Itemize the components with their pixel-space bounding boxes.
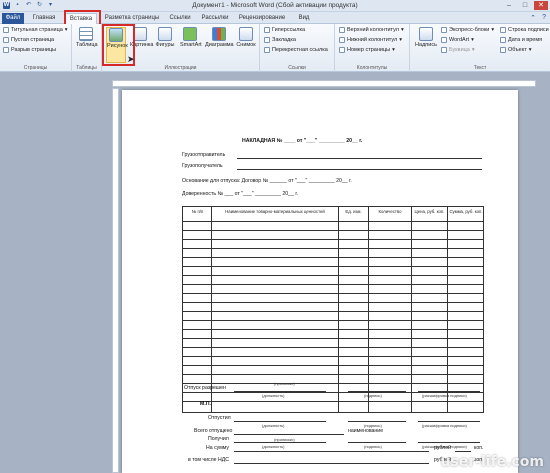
object-button[interactable]: Объект ▾ (500, 47, 532, 53)
footer-icon (339, 37, 345, 43)
col-sum: Сумма, руб. коп. (449, 209, 483, 214)
tab-page-layout[interactable]: Разметка страницы (102, 13, 162, 24)
proxy-text: Доверенность № ___ от "___" _________ 20… (182, 191, 299, 197)
tab-mailings[interactable]: Рассылки (199, 13, 231, 24)
basis-text: Основание для отпуска: Договор № ______ … (182, 178, 352, 184)
group-label-text: Текст (473, 65, 487, 71)
vat-label: в том числе НДС (188, 457, 229, 463)
vat-line (234, 463, 429, 464)
quick-parts-button[interactable]: Экспресс-блоки ▾ (441, 27, 494, 33)
bookmark-button[interactable]: Закладка (264, 37, 296, 43)
blank-page-icon (3, 37, 9, 43)
consignee-label: Грузополучатель (182, 163, 223, 169)
group-pages: Титульная страница ▾ Пустая страница Разр… (0, 24, 72, 72)
clipart-icon (133, 27, 147, 41)
group-label-header-footer: Колонтитулы (356, 65, 388, 71)
ribbon: Титульная страница ▾ Пустая страница Разр… (0, 24, 550, 72)
sum-line (234, 451, 429, 452)
consignee-line (237, 169, 482, 170)
group-tables: Таблица Таблицы (72, 24, 102, 72)
mouse-cursor-icon: ➤ (127, 54, 135, 64)
group-text: Надпись Экспресс-блоки ▾ WordArt ▾ Буквица… (410, 24, 550, 72)
close-icon[interactable]: ✕ (534, 1, 548, 10)
shipper-label: Грузоотправитель (182, 152, 226, 158)
group-label-tables: Таблицы (76, 65, 97, 71)
tab-review[interactable]: Рецензирование (235, 13, 289, 24)
in-words-caption: (прописью) (274, 437, 295, 442)
textbox-icon (419, 27, 433, 41)
cover-page-icon (3, 27, 9, 33)
page-break-icon (3, 47, 9, 53)
minimize-icon[interactable]: – (502, 1, 516, 10)
shapes-icon (158, 27, 172, 41)
calendar-icon (500, 37, 506, 43)
sum-rub-label: рублей (434, 445, 452, 451)
watermark: user-life.com (440, 454, 544, 470)
signature-line-button[interactable]: Строка подписи (500, 27, 549, 33)
group-label-links: Ссылки (288, 65, 306, 71)
hyperlink-icon (264, 27, 270, 33)
blank-page-button[interactable]: Пустая страница (3, 37, 54, 43)
page-break-button[interactable]: Разрыв страницы (3, 47, 56, 53)
smartart-button[interactable]: SmartArt (180, 27, 202, 48)
cross-reference-icon (264, 47, 270, 53)
horizontal-ruler[interactable] (112, 80, 536, 87)
invoice-title: НАКЛАДНАЯ № ____ от "___" _________ 20__… (242, 138, 363, 144)
page-number-icon (339, 47, 345, 53)
document-page[interactable]: НАКЛАДНАЯ № ____ от "___" _________ 20__… (122, 90, 518, 473)
col-name: Наименование товарно-материальных ценнос… (225, 209, 325, 214)
tab-references[interactable]: Ссылки (166, 13, 194, 24)
wordart-button[interactable]: WordArt ▾ (441, 37, 474, 43)
col-quantity: Количество (378, 209, 402, 214)
col-number: № п/п (191, 209, 204, 214)
bookmark-icon (264, 37, 270, 43)
window-title: Документ1 - Microsoft Word (Сбой активац… (192, 2, 358, 9)
footer-button[interactable]: Нижний колонтитул ▾ (339, 37, 402, 43)
table-icon (79, 27, 93, 41)
chart-icon (212, 27, 226, 41)
hyperlink-button[interactable]: Гиперссылка (264, 27, 305, 33)
maximize-icon[interactable]: □ (518, 1, 532, 10)
total-released-label: Всего отпущено (194, 428, 233, 434)
tab-home[interactable]: Главная (30, 13, 58, 24)
group-label-pages: Страницы (23, 65, 48, 71)
signature-line-icon (500, 27, 506, 33)
smartart-icon (183, 27, 197, 41)
table-button[interactable]: Таблица (76, 27, 98, 48)
screenshot-icon (239, 27, 253, 41)
tab-file[interactable]: Файл (2, 13, 24, 24)
group-header-footer: Верхний колонтитул ▾ Нижний колонтитул ▾ Н… (335, 24, 410, 72)
shapes-button[interactable]: Фигуры (155, 27, 175, 48)
total-released-line (234, 434, 344, 435)
sum-kop-label: коп. (474, 445, 484, 451)
vertical-ruler[interactable] (112, 88, 119, 473)
minimize-ribbon-icon[interactable]: ⌃ (530, 14, 536, 22)
dropcap-icon (441, 47, 447, 53)
date-time-button[interactable]: Дата и время (500, 37, 542, 43)
page-number-button[interactable]: Номер страницы ▾ (339, 47, 395, 53)
object-icon (500, 47, 506, 53)
screenshot-button[interactable]: Снимок (234, 27, 258, 48)
shipper-line (237, 158, 482, 159)
quick-parts-icon (441, 27, 447, 33)
help-icon[interactable]: ? (542, 14, 546, 21)
goods-table[interactable]: № п/п Наименование товарно-материальных … (182, 206, 484, 413)
sum-kop-line (455, 451, 471, 452)
sum-label: На сумму (206, 445, 229, 451)
textbox-button[interactable]: Надпись (414, 27, 438, 48)
tab-view[interactable]: Вид (293, 13, 315, 24)
header-icon (339, 27, 345, 33)
col-price: Цена, руб. коп. (414, 209, 445, 214)
naming-label: наименование (348, 428, 384, 434)
window-controls: – □ ✕ (502, 1, 548, 10)
dropcap-button[interactable]: Буквица ▾ (441, 47, 475, 53)
wordart-icon (441, 37, 447, 43)
cross-reference-button[interactable]: Перекрестная ссылка (264, 47, 328, 53)
col-unit: Ед. изм. (345, 209, 362, 214)
header-button[interactable]: Верхний колонтитул ▾ (339, 27, 404, 33)
cover-page-button[interactable]: Титульная страница ▾ (3, 27, 68, 33)
group-links: Гиперссылка Закладка Перекрестная ссылка… (260, 24, 335, 72)
chart-button[interactable]: Диаграмма (205, 27, 234, 48)
